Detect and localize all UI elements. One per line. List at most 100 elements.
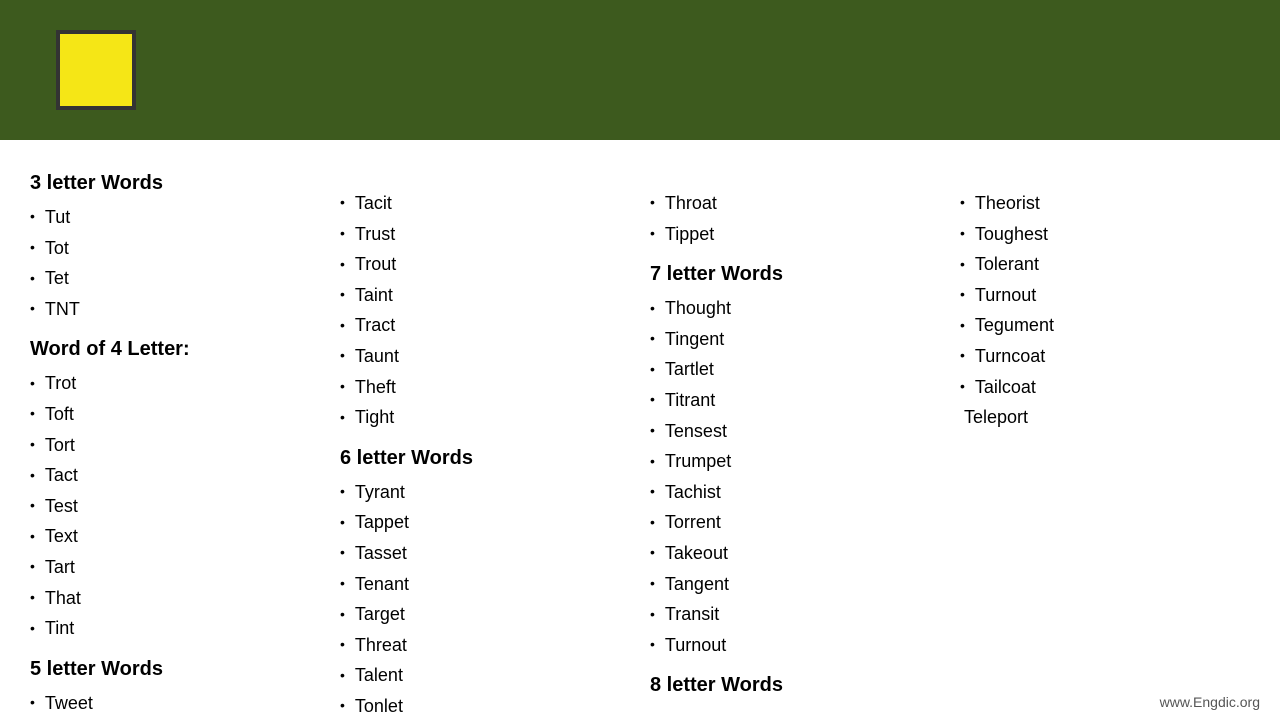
word-text: Tint bbox=[45, 613, 74, 644]
list-item: Tartlet bbox=[650, 354, 940, 385]
section-title: 7 letter Words bbox=[650, 257, 940, 291]
list-item: Tenant bbox=[340, 569, 630, 600]
word-text: Throat bbox=[665, 188, 717, 219]
list-item: Turncoat bbox=[960, 341, 1250, 372]
section-title: 3 letter Words bbox=[30, 166, 320, 200]
list-item: Tensest bbox=[650, 416, 940, 447]
word-text: TNT bbox=[45, 294, 80, 325]
list-item: Tweet bbox=[30, 688, 320, 719]
list-item: Tippet bbox=[650, 219, 940, 250]
word-text: Tract bbox=[355, 310, 395, 341]
list-item: Throat bbox=[650, 188, 940, 219]
word-text: Theft bbox=[355, 372, 396, 403]
section-title: 8 letter Words bbox=[650, 668, 940, 702]
word-list: ThoughtTingentTartletTitrantTensestTrump… bbox=[650, 293, 940, 660]
list-item: Tut bbox=[30, 202, 320, 233]
list-item: Talent bbox=[340, 660, 630, 691]
word-text: Transit bbox=[665, 599, 719, 630]
word-text: Tort bbox=[45, 430, 75, 461]
list-item: Tart bbox=[30, 552, 320, 583]
list-item: Threat bbox=[340, 630, 630, 661]
word-text: Titrant bbox=[665, 385, 715, 416]
list-item: Target bbox=[340, 599, 630, 630]
word-text: Tailcoat bbox=[975, 372, 1036, 403]
list-item: TNT bbox=[30, 294, 320, 325]
header-t-icon bbox=[56, 30, 136, 110]
list-item: Torrent bbox=[650, 507, 940, 538]
list-item: Tailcoat bbox=[960, 372, 1250, 403]
word-text: Tet bbox=[45, 263, 69, 294]
word-text: Taunt bbox=[355, 341, 399, 372]
list-item: Tachist bbox=[650, 477, 940, 508]
word-text: Text bbox=[45, 521, 78, 552]
list-item: Tingent bbox=[650, 324, 940, 355]
word-list: ThroatTippet bbox=[650, 188, 940, 249]
word-list: TyrantTappetTassetTenantTargetThreatTale… bbox=[340, 477, 630, 722]
word-text: Tart bbox=[45, 552, 75, 583]
word-text: Trumpet bbox=[665, 446, 731, 477]
word-list: Tweet bbox=[30, 688, 320, 719]
section-title: Word of 4 Letter: bbox=[30, 332, 320, 366]
list-item: Toft bbox=[30, 399, 320, 430]
list-item: Theorist bbox=[960, 188, 1250, 219]
word-text: Threat bbox=[355, 630, 407, 661]
list-item: Tet bbox=[30, 263, 320, 294]
list-item: Tonlet bbox=[340, 691, 630, 722]
word-text: Theorist bbox=[975, 188, 1040, 219]
section-title: 5 letter Words bbox=[30, 652, 320, 686]
word-text: Trout bbox=[355, 249, 396, 280]
standalone-word: Teleport bbox=[960, 402, 1250, 433]
word-text: Toughest bbox=[975, 219, 1048, 250]
footer-url: www.Engdic.org bbox=[1160, 694, 1260, 710]
list-item: Takeout bbox=[650, 538, 940, 569]
list-item: Transit bbox=[650, 599, 940, 630]
word-text: Tegument bbox=[975, 310, 1054, 341]
list-item: Text bbox=[30, 521, 320, 552]
word-text: That bbox=[45, 583, 81, 614]
list-item: Tot bbox=[30, 233, 320, 264]
word-text: Tippet bbox=[665, 219, 714, 250]
header bbox=[0, 0, 1280, 140]
word-text: Tachist bbox=[665, 477, 721, 508]
list-item: Theft bbox=[340, 372, 630, 403]
list-item: Tolerant bbox=[960, 249, 1250, 280]
list-item: Test bbox=[30, 491, 320, 522]
word-text: Tweet bbox=[45, 688, 93, 719]
word-text: Taint bbox=[355, 280, 393, 311]
column-4: TheoristToughestTolerantTurnoutTegumentT… bbox=[960, 158, 1250, 722]
column-2: TacitTrustTroutTaintTractTauntTheftTight… bbox=[340, 158, 630, 722]
word-text: Tingent bbox=[665, 324, 724, 355]
column-1: 3 letter WordsTutTotTetTNT Word of 4 Lett… bbox=[30, 158, 320, 722]
list-item: Thought bbox=[650, 293, 940, 324]
word-text: Trot bbox=[45, 368, 76, 399]
list-item: Turnout bbox=[960, 280, 1250, 311]
list-item: Trumpet bbox=[650, 446, 940, 477]
word-text: Thought bbox=[665, 293, 731, 324]
word-text: Test bbox=[45, 491, 78, 522]
list-item: Trout bbox=[340, 249, 630, 280]
list-item: Trust bbox=[340, 219, 630, 250]
section-title: 6 letter Words bbox=[340, 441, 630, 475]
list-item: Tint bbox=[30, 613, 320, 644]
word-text: Tasset bbox=[355, 538, 407, 569]
list-item: That bbox=[30, 583, 320, 614]
word-text: Tolerant bbox=[975, 249, 1039, 280]
content-area: 3 letter WordsTutTotTetTNT Word of 4 Lett… bbox=[0, 140, 1280, 720]
list-item: Tasset bbox=[340, 538, 630, 569]
word-list: TacitTrustTroutTaintTractTauntTheftTight bbox=[340, 188, 630, 433]
column-3: ThroatTippet 7 letter WordsThoughtTingent… bbox=[650, 158, 940, 722]
word-text: Tyrant bbox=[355, 477, 405, 508]
list-item: Tact bbox=[30, 460, 320, 491]
list-item: Tacit bbox=[340, 188, 630, 219]
list-item: Tight bbox=[340, 402, 630, 433]
list-item: Toughest bbox=[960, 219, 1250, 250]
list-item: Tappet bbox=[340, 507, 630, 538]
word-text: Tartlet bbox=[665, 354, 714, 385]
word-text: Tonlet bbox=[355, 691, 403, 722]
word-text: Tappet bbox=[355, 507, 409, 538]
word-text: Tacit bbox=[355, 188, 392, 219]
list-item: Taunt bbox=[340, 341, 630, 372]
word-text: Target bbox=[355, 599, 405, 630]
word-text: Tensest bbox=[665, 416, 727, 447]
list-item: Taint bbox=[340, 280, 630, 311]
